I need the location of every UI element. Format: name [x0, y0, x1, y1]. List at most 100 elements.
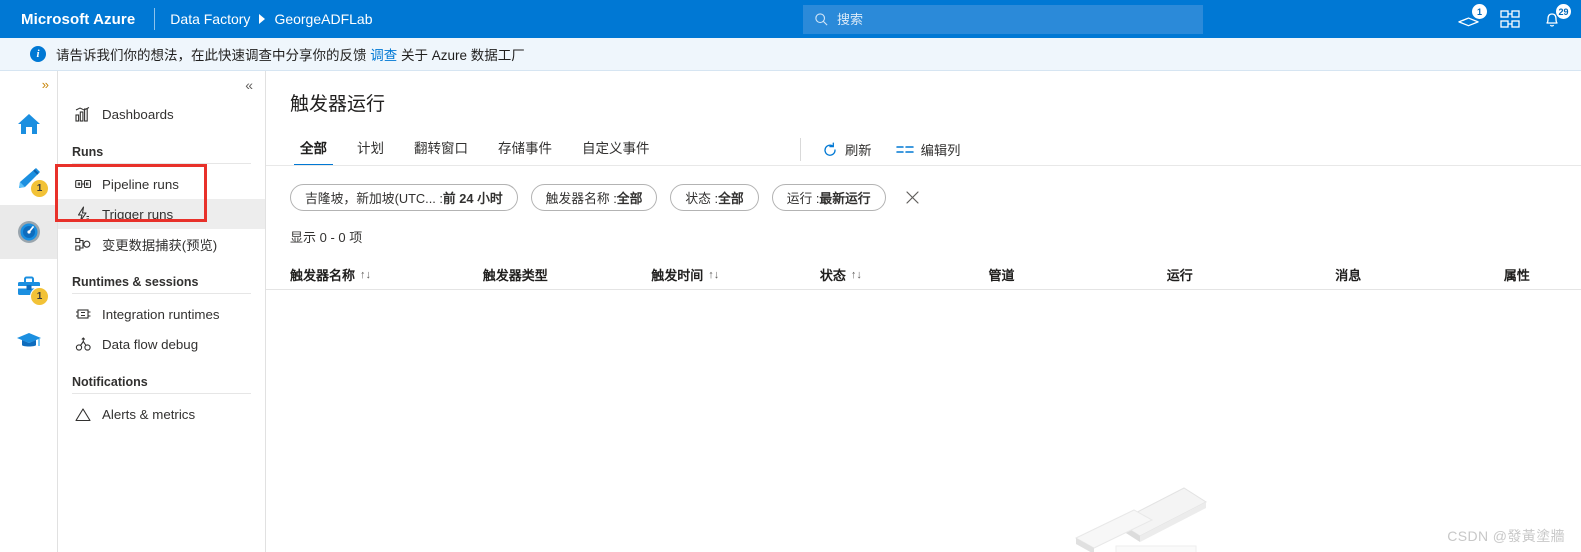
sidebar-item-data-flow-debug[interactable]: Data flow debug	[58, 329, 265, 359]
cloud-shell-icon[interactable]: 1	[1447, 0, 1489, 38]
column-header-status-label: 状态	[819, 268, 846, 283]
top-bar-divider	[154, 8, 156, 30]
tab-bar-rule	[266, 165, 1581, 166]
nav-collapse-button[interactable]: «	[58, 71, 265, 99]
filter-runs[interactable]: 运行 : 最新运行	[771, 184, 886, 211]
breadcrumb-data-factory[interactable]: Data Factory	[170, 11, 250, 27]
page-title: 触发器运行	[290, 94, 386, 115]
adf-icon-rail: » 1 1	[0, 71, 58, 552]
nav-group-notifications-rule	[72, 393, 251, 394]
tab-schedule[interactable]: 计划	[347, 137, 394, 166]
info-banner-text: 请告诉我们你的想法，在此快速调查中分享你的反馈 调查 关于 Azure 数据工厂	[56, 44, 525, 64]
filter-trigger-name-value: 全部	[616, 191, 643, 206]
pipeline-icon	[72, 177, 94, 191]
azure-top-bar: Microsoft Azure Data Factory GeorgeADFLa…	[0, 0, 1581, 38]
toolbar-divider	[800, 138, 801, 161]
nav-group-runs-rule	[72, 163, 251, 164]
survey-link[interactable]: 调查	[370, 48, 397, 63]
edit-columns-icon	[895, 143, 914, 157]
sort-icon: ↑↓	[708, 268, 720, 281]
filter-time-range[interactable]: 吉隆坡，新加坡(UTC... : 前 24 小时	[290, 184, 518, 211]
tab-tumbling-window[interactable]: 翻转窗口	[404, 137, 478, 166]
global-search[interactable]	[803, 5, 1203, 34]
integration-runtime-icon	[72, 307, 94, 321]
column-header-trigger-time[interactable]: 触发时间 ↑↓	[651, 265, 820, 284]
sort-icon: ↑↓	[360, 268, 372, 281]
tab-storage-events[interactable]: 存储事件	[488, 137, 562, 166]
filter-status-value: 全部	[718, 191, 744, 206]
data-flow-icon	[72, 336, 94, 352]
column-header-trigger-time-label: 触发时间	[651, 268, 704, 283]
table-body-empty	[266, 290, 1581, 291]
sidebar-item-trigger-runs-label: Trigger runs	[102, 206, 174, 222]
info-banner-text-after: 关于 Azure 数据工厂	[401, 48, 525, 63]
top-bar-icons: 1 29	[1447, 0, 1573, 38]
sidebar-item-dashboards-label: Dashboards	[102, 106, 174, 122]
rail-item-manage[interactable]: 1	[0, 259, 57, 313]
search-input[interactable]	[837, 12, 1202, 27]
rail-item-learning-center[interactable]	[0, 313, 57, 367]
column-header-status[interactable]: 状态 ↑↓	[820, 265, 989, 284]
dashboard-chart-icon	[72, 106, 94, 122]
info-banner-text-before: 请告诉我们你的想法，在此快速调查中分享你的反馈	[56, 48, 367, 63]
monitor-nav-panel: « Dashboards Runs Pipeline runs Trigger …	[58, 71, 266, 552]
sidebar-item-dashboards[interactable]: Dashboards	[58, 99, 265, 129]
column-header-trigger-name-label: 触发器名称	[290, 268, 356, 283]
filter-status-prefix: 状态 :	[685, 191, 719, 206]
rail-expand-button[interactable]: »	[0, 71, 57, 97]
column-header-properties[interactable]: 属性	[1504, 265, 1581, 284]
tab-all[interactable]: 全部	[290, 137, 337, 166]
filter-status[interactable]: 状态 : 全部	[670, 184, 759, 211]
sidebar-item-alerts-metrics[interactable]: Alerts & metrics	[58, 399, 265, 429]
sidebar-item-pipeline-runs[interactable]: Pipeline runs	[58, 169, 265, 199]
edit-columns-label: 编辑列	[920, 143, 961, 158]
column-header-pipeline[interactable]: 管道	[988, 265, 1166, 284]
azure-logo[interactable]: Microsoft Azure	[21, 11, 135, 28]
clear-filters-button[interactable]	[903, 188, 923, 208]
rail-manage-badge: 1	[30, 287, 49, 306]
sidebar-item-integration-runtimes[interactable]: Integration runtimes	[58, 299, 265, 329]
notifications-badge: 29	[1556, 4, 1571, 19]
rail-item-author[interactable]: 1	[0, 151, 57, 205]
chevron-right-icon	[259, 14, 266, 24]
column-header-trigger-type[interactable]: 触发器类型	[483, 265, 652, 284]
sidebar-item-data-flow-debug-label: Data flow debug	[102, 336, 199, 352]
rail-item-monitor[interactable]	[0, 205, 57, 259]
breadcrumb: Data Factory GeorgeADFLab	[170, 11, 372, 27]
nav-group-runtimes-rule	[72, 293, 251, 294]
column-header-run[interactable]: 运行	[1167, 265, 1336, 284]
sort-icon: ↑↓	[850, 268, 862, 281]
column-header-pipeline-label: 管道	[988, 268, 1015, 283]
sidebar-item-alerts-metrics-label: Alerts & metrics	[102, 406, 196, 422]
refresh-button[interactable]: 刷新	[822, 140, 872, 159]
filter-trigger-name-prefix: 触发器名称 :	[545, 191, 617, 206]
tab-custom-events[interactable]: 自定义事件	[572, 137, 660, 166]
cloud-shell-badge: 1	[1472, 4, 1487, 19]
azure-data-factory-monitor-page: Microsoft Azure Data Factory GeorgeADFLa…	[0, 0, 1581, 552]
lightning-bolt-icon	[72, 206, 94, 222]
column-header-trigger-name[interactable]: 触发器名称 ↑↓	[290, 265, 483, 284]
filter-trigger-name[interactable]: 触发器名称 : 全部	[530, 184, 658, 211]
refresh-icon	[822, 142, 838, 158]
result-count: 显示 0 - 0 项	[290, 230, 363, 245]
rail-author-badge: 1	[30, 179, 49, 198]
sidebar-item-trigger-runs[interactable]: Trigger runs	[58, 199, 265, 229]
alert-triangle-icon	[72, 407, 94, 422]
notifications-bell-icon[interactable]: 29	[1531, 0, 1573, 38]
filter-time-range-prefix: 吉隆坡，新加坡(UTC... :	[305, 191, 443, 206]
nav-group-runtimes-title: Runtimes & sessions	[72, 275, 199, 289]
edit-columns-button[interactable]: 编辑列	[895, 140, 961, 159]
column-header-run-label: 运行	[1166, 268, 1193, 283]
sidebar-item-change-data-capture[interactable]: 变更数据捕获(预览)	[58, 229, 265, 259]
rail-item-home[interactable]	[0, 97, 57, 151]
empty-state-illustration	[1074, 487, 1208, 552]
home-icon	[17, 114, 40, 134]
column-header-message[interactable]: 消息	[1335, 265, 1504, 284]
tabs: 全部 计划 翻转窗口 存储事件 自定义事件	[290, 137, 670, 166]
breadcrumb-georgeadflab[interactable]: GeorgeADFLab	[274, 11, 372, 27]
gauge-icon	[17, 221, 40, 243]
info-icon: i	[30, 46, 46, 62]
nav-group-runs-title: Runs	[72, 145, 104, 159]
survey-info-banner: i 请告诉我们你的想法，在此快速调查中分享你的反馈 调查 关于 Azure 数据…	[0, 38, 1581, 71]
directories-subscriptions-icon[interactable]	[1489, 0, 1531, 38]
